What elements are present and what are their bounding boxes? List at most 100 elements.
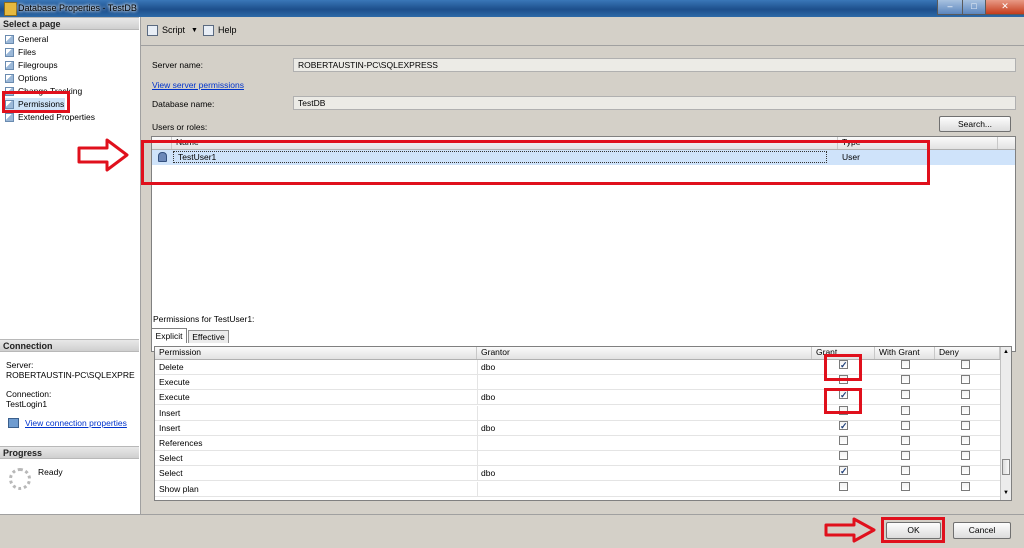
permission-row[interactable]: References <box>155 436 1000 451</box>
with-grant-checkbox[interactable] <box>901 390 910 400</box>
deny-checkbox[interactable] <box>961 436 970 445</box>
grant-checkbox[interactable] <box>839 451 848 461</box>
with-grant-checkbox[interactable] <box>901 466 910 476</box>
permission-name: Delete <box>159 362 184 372</box>
page-icon <box>5 60 14 70</box>
with-grant-checkbox[interactable] <box>901 375 910 385</box>
tab-effective[interactable]: Effective <box>188 330 229 343</box>
column-divider <box>477 360 478 375</box>
permissions-scrollbar[interactable]: ▲ ▼ <box>1000 347 1011 500</box>
perm-header-deny[interactable]: Deny <box>935 347 1000 359</box>
permission-name: References <box>159 438 203 448</box>
permission-name: Execute <box>159 377 190 388</box>
column-divider <box>477 436 478 451</box>
with-grant-checkbox[interactable] <box>901 405 910 415</box>
script-button[interactable]: Script ▼ <box>147 23 198 37</box>
grantor-cell: dbo <box>481 392 496 403</box>
page-icon <box>5 112 14 122</box>
scroll-down-icon[interactable]: ▼ <box>1003 490 1009 496</box>
grant-checkbox[interactable] <box>839 436 848 445</box>
help-icon <box>203 24 214 36</box>
permission-row[interactable]: Execute <box>155 375 1000 391</box>
cancel-button[interactable]: Cancel <box>953 522 1011 539</box>
permission-row[interactable]: Insert <box>155 405 1000 421</box>
permissions-grid-body: Delete dbo Execute Execute dbo Insert Insert db… <box>155 358 1000 500</box>
connection-header: Connection <box>0 339 139 352</box>
page-item-label: Options <box>18 73 48 83</box>
chevron-down-icon[interactable]: ▼ <box>191 27 198 34</box>
view-connection-properties-link[interactable]: View connection properties <box>25 418 127 428</box>
perm-header-grantor[interactable]: Grantor <box>477 347 812 359</box>
column-divider <box>477 451 478 467</box>
close-button[interactable]: ✕ <box>985 0 1024 15</box>
server-name-label: Server name: <box>152 60 204 70</box>
red-arrow-icon <box>77 138 129 172</box>
page-icon <box>5 47 14 57</box>
deny-checkbox[interactable] <box>961 390 970 400</box>
permissions-grid: Permission Grantor Grant With Grant Deny… <box>154 346 1012 501</box>
permission-row[interactable]: Show plan <box>155 481 1000 497</box>
deny-checkbox[interactable] <box>961 375 970 385</box>
perm-header-permission[interactable]: Permission <box>155 347 477 359</box>
script-label: Script <box>162 25 186 35</box>
progress-status: Ready <box>38 467 63 477</box>
page-item-files[interactable]: Files <box>5 46 36 58</box>
left-pane: Select a page General Files Filegroups O… <box>0 17 141 514</box>
scrollbar-thumb[interactable] <box>1002 459 1010 475</box>
deny-checkbox[interactable] <box>961 405 970 415</box>
help-label: Help <box>218 25 237 35</box>
user-row-highlight <box>141 140 930 185</box>
minimize-button[interactable]: – <box>937 0 963 15</box>
deny-checkbox[interactable] <box>961 481 970 491</box>
permissions-grid-header: Permission Grantor Grant With Grant Deny <box>155 347 1011 360</box>
column-divider <box>477 375 478 391</box>
permission-name: Insert <box>159 422 181 433</box>
with-grant-checkbox[interactable] <box>901 451 910 461</box>
column-divider <box>477 390 478 406</box>
red-arrow-icon <box>824 517 876 543</box>
grant-checkbox[interactable] <box>839 464 848 479</box>
grant-checkbox[interactable] <box>839 481 848 491</box>
maximize-button[interactable]: □ <box>962 0 986 15</box>
deny-checkbox[interactable] <box>961 360 970 369</box>
view-server-permissions-link[interactable]: View server permissions <box>152 80 244 90</box>
deny-checkbox[interactable] <box>961 420 970 430</box>
page-item-general[interactable]: General <box>5 33 48 45</box>
permission-row[interactable]: Delete dbo <box>155 358 1000 375</box>
connection-icon <box>8 418 19 428</box>
with-grant-checkbox[interactable] <box>901 481 910 491</box>
server-name-field: ROBERTAUSTIN-PC\SQLEXPRESS <box>293 58 1016 72</box>
permissions-highlight <box>2 91 70 113</box>
column-divider <box>477 420 478 436</box>
deny-checkbox[interactable] <box>961 466 970 476</box>
permission-row[interactable]: Insert dbo <box>155 419 1000 436</box>
page-item-options[interactable]: Options <box>5 72 47 84</box>
permissions-for-label: Permissions for TestUser1: <box>153 314 255 324</box>
page-icon <box>5 34 14 44</box>
permission-name: Select <box>159 468 183 479</box>
database-icon <box>4 2 17 16</box>
page-item-label: General <box>18 34 49 44</box>
footer-bar: OK Cancel <box>0 514 1024 548</box>
deny-checkbox[interactable] <box>961 451 970 461</box>
progress-spinner-icon <box>9 468 31 490</box>
page-item-filegroups[interactable]: Filegroups <box>5 59 58 71</box>
grant-checkbox[interactable] <box>839 419 848 434</box>
page-item-label: Files <box>18 47 36 57</box>
page-icon <box>5 73 14 83</box>
perm-header-with-grant[interactable]: With Grant <box>875 347 935 359</box>
database-name-field: TestDB <box>293 96 1016 110</box>
scroll-up-icon[interactable]: ▲ <box>1003 349 1009 355</box>
script-icon <box>147 24 158 36</box>
help-button[interactable]: Help <box>203 23 237 37</box>
search-button[interactable]: Search... <box>939 116 1011 132</box>
grantor-cell: dbo <box>481 468 496 479</box>
with-grant-checkbox[interactable] <box>901 360 910 369</box>
permission-row[interactable]: Select dbo <box>155 464 1000 482</box>
permission-row[interactable]: Select <box>155 451 1000 467</box>
with-grant-checkbox[interactable] <box>901 420 910 430</box>
tab-explicit[interactable]: Explicit <box>151 328 187 343</box>
database-name-label: Database name: <box>152 99 215 109</box>
permission-row[interactable]: Execute dbo <box>155 388 1000 406</box>
with-grant-checkbox[interactable] <box>901 436 910 445</box>
